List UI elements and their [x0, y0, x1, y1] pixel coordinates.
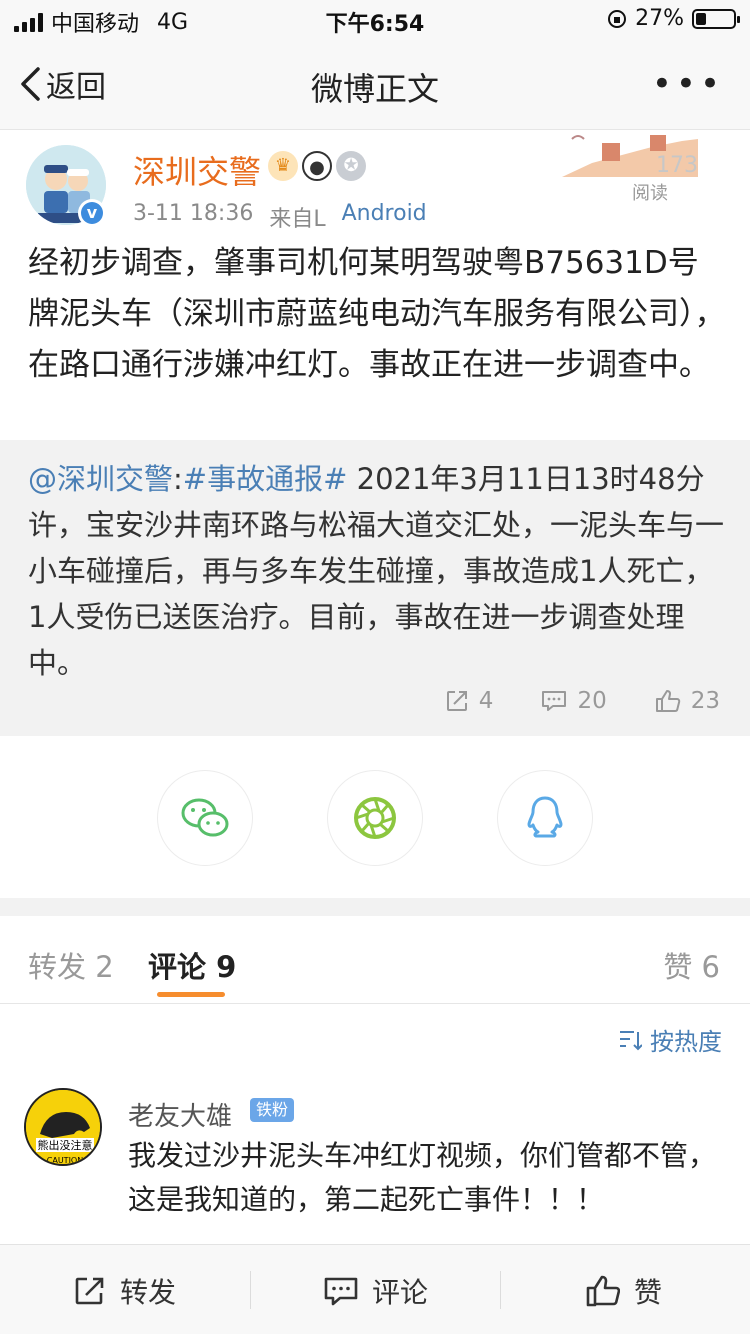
like-button[interactable]: 赞 — [586, 1271, 662, 1311]
share-wechat-button[interactable] — [157, 770, 253, 866]
status-right: 27% — [607, 6, 740, 31]
mention-colon: : — [173, 462, 183, 496]
medal-icon: ✪ — [336, 151, 366, 181]
battery-fill — [696, 12, 706, 25]
moments-aperture-icon — [354, 797, 396, 839]
commenter-name[interactable]: 老友大雄 — [128, 1096, 232, 1133]
nav-bar: 返回 微博正文 ••• — [0, 40, 750, 130]
tab-likes[interactable]: 赞 6 — [663, 944, 720, 986]
separator — [250, 1271, 251, 1309]
mention-link[interactable]: @深圳交警 — [28, 462, 173, 496]
original-repost-button[interactable]: 4 — [445, 688, 494, 714]
author-name[interactable]: 深圳交警 — [133, 147, 261, 193]
crown-icon: ♛ — [268, 151, 298, 181]
commenter-avatar[interactable]: 熊出没注意 CAUTION — [24, 1088, 102, 1166]
panda-icon: ● — [302, 151, 332, 181]
repost-label: 转发 — [120, 1276, 177, 1309]
avatar-caption: 熊出没注意 — [38, 1138, 93, 1152]
original-post-actions: 4 20 23 — [445, 688, 720, 714]
sort-label: 按热度 — [650, 1028, 722, 1056]
original-repost-count: 4 — [478, 688, 494, 714]
bear-warning-icon: 熊出没注意 CAUTION — [26, 1090, 100, 1165]
original-comment-button[interactable]: 20 — [541, 688, 607, 714]
post-source-prefix: 来自L — [269, 207, 326, 232]
tab-comments[interactable]: 评论 9 — [148, 944, 236, 986]
comment-icon — [542, 691, 567, 711]
post-meta: 3-11 18:36 来自L Android — [133, 201, 427, 233]
page-title: 微博正文 — [310, 70, 439, 108]
fan-badge: 铁粉 — [250, 1098, 295, 1122]
comment-button[interactable]: 评论 — [324, 1271, 428, 1311]
repost-icon — [446, 691, 467, 711]
tab-reposts[interactable]: 转发 2 — [28, 944, 114, 986]
comment-icon — [324, 1277, 358, 1306]
verified-v-icon: v — [81, 202, 103, 224]
hashtag-link[interactable]: #事故通报# — [183, 462, 348, 496]
section-divider — [0, 898, 750, 916]
sort-button[interactable]: 按热度 — [618, 1022, 722, 1057]
share-qq-button[interactable] — [497, 770, 593, 866]
more-button[interactable]: ••• — [652, 64, 724, 104]
post-header: v 深圳交警 ♛ ● ✪ 3-11 18:36 来自L Android 173 … — [0, 131, 750, 236]
read-label: 阅读 — [632, 183, 668, 204]
battery-icon — [692, 8, 740, 29]
post-date: 3-11 18:36 — [133, 201, 254, 226]
thumbs-up-icon — [655, 690, 680, 712]
separator — [500, 1271, 501, 1309]
share-row — [0, 736, 750, 898]
active-tab-indicator — [157, 992, 225, 997]
original-like-count: 23 — [690, 688, 720, 714]
read-count: 173 — [656, 153, 698, 178]
status-bar: 中国移动 4G 下午6:54 27% — [0, 0, 750, 40]
battery-percent: 27% — [635, 6, 684, 31]
post-source[interactable]: Android — [342, 201, 427, 233]
comment-text: 我发过沙井泥头车冲红灯视频，你们管都不管，这是我知道的，第二起死亡事件！！！ — [128, 1139, 717, 1216]
original-post-text: @深圳交警:#事故通报# 2021年3月11日13时48分许，宝安沙井南环路与松… — [28, 456, 728, 686]
verified-badge: v — [78, 199, 106, 227]
wechat-icon — [181, 798, 229, 837]
post-body: 经初步调查，肇事司机何某明驾驶粤B75631D号牌泥头车（深圳市蔚蓝纯电动汽车服… — [28, 245, 726, 383]
avatar-caution: CAUTION — [47, 1156, 83, 1165]
orientation-lock-icon — [608, 9, 627, 28]
original-post-card[interactable]: @深圳交警:#事故通报# 2021年3月11日13时48分许，宝安沙井南环路与松… — [0, 440, 750, 736]
interaction-tabs: 转发 2 评论 9 赞 6 — [0, 916, 750, 1004]
original-like-button[interactable]: 23 — [655, 688, 720, 714]
repost-button[interactable]: 转发 — [74, 1271, 176, 1311]
sort-icon — [620, 1030, 642, 1050]
thumbs-up-icon — [586, 1275, 620, 1307]
read-count-box: 173 阅读 — [562, 133, 698, 204]
original-comment-count: 20 — [577, 688, 607, 714]
bottom-action-bar: 转发 评论 赞 — [0, 1244, 750, 1334]
like-label: 赞 — [634, 1276, 663, 1309]
share-moments-button[interactable] — [327, 770, 423, 866]
repost-icon — [75, 1277, 104, 1305]
comment-label: 评论 — [372, 1276, 429, 1309]
author-badges: ♛ ● ✪ — [268, 151, 366, 181]
qq-penguin-icon — [527, 796, 563, 838]
